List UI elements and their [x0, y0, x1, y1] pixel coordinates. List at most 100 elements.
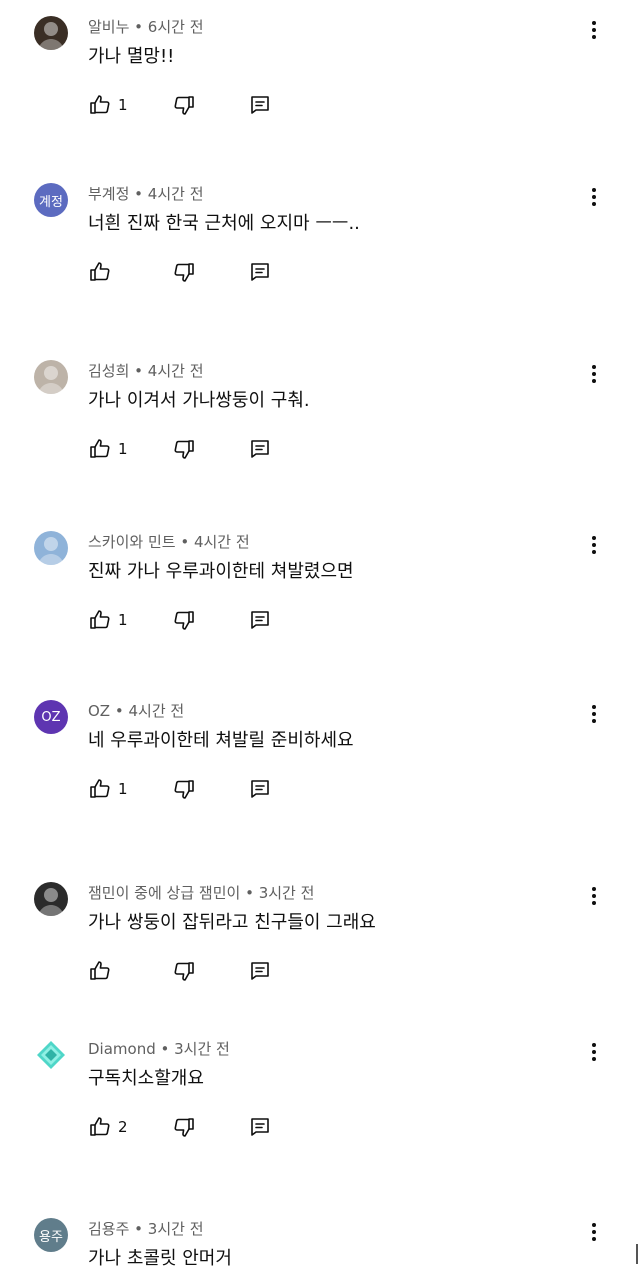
more-options-button[interactable] — [582, 1222, 606, 1246]
comment-actions: 1 — [88, 436, 272, 462]
comment-text: 가나 멸망!! — [88, 46, 175, 67]
thumb-down-icon — [172, 608, 196, 632]
reply-button[interactable] — [248, 777, 272, 801]
comment-actions: 1 — [88, 607, 272, 633]
comment-time: 4시간 전 — [147, 185, 204, 203]
meta-separator: • — [175, 533, 194, 551]
more-options-button[interactable] — [582, 187, 606, 211]
comment-author[interactable]: 알비누 — [88, 18, 129, 36]
meta-separator: • — [129, 1220, 148, 1238]
avatar-photo — [38, 366, 64, 394]
comment-author[interactable]: 김용주 — [88, 1220, 129, 1238]
comment-meta: 스카이와 민트 • 4시간 전 — [88, 531, 250, 553]
reply-icon — [248, 608, 272, 632]
comment-author[interactable]: 잼민이 중에 상급 잼민이 — [88, 884, 240, 902]
avatar[interactable] — [34, 360, 68, 394]
more-vert-icon — [582, 362, 606, 390]
more-options-button[interactable] — [582, 20, 606, 44]
reply-icon — [248, 777, 272, 801]
like-button[interactable]: 1 — [88, 93, 172, 117]
comment-meta: 김성희 • 4시간 전 — [88, 360, 204, 382]
avatar[interactable]: OZ — [34, 700, 68, 734]
like-count: 1 — [118, 440, 128, 458]
meta-separator: • — [110, 702, 129, 720]
dislike-button[interactable] — [172, 437, 248, 461]
avatar[interactable]: 용주 — [34, 1218, 68, 1252]
avatar-initials: 계정 — [39, 194, 63, 210]
like-count: 1 — [118, 611, 128, 629]
reply-button[interactable] — [248, 608, 272, 632]
avatar[interactable] — [34, 16, 68, 50]
avatar[interactable] — [34, 531, 68, 565]
thumb-up-icon — [88, 777, 112, 801]
comment-author[interactable]: 부계정 — [88, 185, 129, 203]
comment-meta: 잼민이 중에 상급 잼민이 • 3시간 전 — [88, 882, 314, 904]
avatar-initials: 용주 — [39, 1229, 63, 1245]
like-button[interactable]: 1 — [88, 608, 172, 632]
comment-text: 가나 쌍둥이 잡뒤라고 친구들이 그래요 — [88, 912, 376, 933]
thumb-up-icon — [88, 93, 112, 117]
thumb-up-icon — [88, 437, 112, 461]
more-options-button[interactable] — [582, 1042, 606, 1066]
more-options-button[interactable] — [582, 364, 606, 388]
thumb-down-icon — [172, 437, 196, 461]
comment-meta: 알비누 • 6시간 전 — [88, 16, 204, 38]
more-options-button[interactable] — [582, 704, 606, 728]
avatar[interactable]: 계정 — [34, 183, 68, 217]
avatar[interactable] — [34, 1038, 68, 1072]
more-options-button[interactable] — [582, 886, 606, 910]
comment-author[interactable]: 김성희 — [88, 362, 129, 380]
comment-author[interactable]: 스카이와 민트 — [88, 533, 176, 551]
comment-actions: 2 — [88, 1114, 272, 1140]
reply-button[interactable] — [248, 959, 272, 983]
comment-time: 3시간 전 — [174, 1040, 230, 1058]
comment-actions — [88, 958, 272, 984]
comment-actions: 1 — [88, 776, 272, 802]
reply-icon — [248, 1115, 272, 1139]
meta-separator: • — [129, 18, 148, 36]
like-button[interactable] — [88, 260, 172, 284]
reply-button[interactable] — [248, 260, 272, 284]
reply-icon — [248, 959, 272, 983]
dislike-button[interactable] — [172, 608, 248, 632]
more-vert-icon — [582, 18, 606, 46]
comment-actions — [88, 259, 272, 285]
more-vert-icon — [582, 1220, 606, 1248]
reply-button[interactable] — [248, 1115, 272, 1139]
dislike-button[interactable] — [172, 959, 248, 983]
comment-text: 가나 초콜릿 안머거 — [88, 1248, 232, 1269]
comment-list: 알비누 • 6시간 전 가나 멸망!! 1 계정 부계정 • 4시간 전 너흰 진짜 한국… — [0, 0, 640, 1280]
comment-text: 가나 이겨서 가나쌍둥이 구춰. — [88, 390, 310, 411]
avatar[interactable] — [34, 882, 68, 916]
avatar-photo — [38, 888, 64, 916]
comment-text: 진짜 가나 우루과이한테 쳐발렸으면 — [88, 561, 354, 582]
like-button[interactable]: 1 — [88, 437, 172, 461]
comment-text: 구독치소할개요 — [88, 1068, 204, 1089]
meta-separator: • — [155, 1040, 175, 1058]
more-vert-icon — [582, 1040, 606, 1068]
thumb-down-icon — [172, 777, 196, 801]
more-vert-icon — [582, 702, 606, 730]
dislike-button[interactable] — [172, 777, 248, 801]
comment-author[interactable]: Diamond — [88, 1040, 156, 1058]
more-options-button[interactable] — [582, 535, 606, 559]
like-count: 2 — [118, 1118, 128, 1136]
comment-meta: OZ • 4시간 전 — [88, 700, 184, 722]
meta-separator: • — [129, 362, 148, 380]
scrollbar-thumb[interactable] — [636, 1244, 638, 1264]
dislike-button[interactable] — [172, 260, 248, 284]
comment-time: 3시간 전 — [258, 884, 315, 902]
comment-author[interactable]: OZ — [88, 702, 110, 720]
reply-icon — [248, 260, 272, 284]
like-button[interactable]: 2 — [88, 1115, 172, 1139]
like-button[interactable]: 1 — [88, 777, 172, 801]
dislike-button[interactable] — [172, 1115, 248, 1139]
comment-meta: 김용주 • 3시간 전 — [88, 1218, 204, 1240]
comment-meta: 부계정 • 4시간 전 — [88, 183, 204, 205]
reply-icon — [248, 437, 272, 461]
reply-button[interactable] — [248, 437, 272, 461]
thumb-down-icon — [172, 1115, 196, 1139]
like-button[interactable] — [88, 959, 172, 983]
reply-button[interactable] — [248, 93, 272, 117]
dislike-button[interactable] — [172, 93, 248, 117]
